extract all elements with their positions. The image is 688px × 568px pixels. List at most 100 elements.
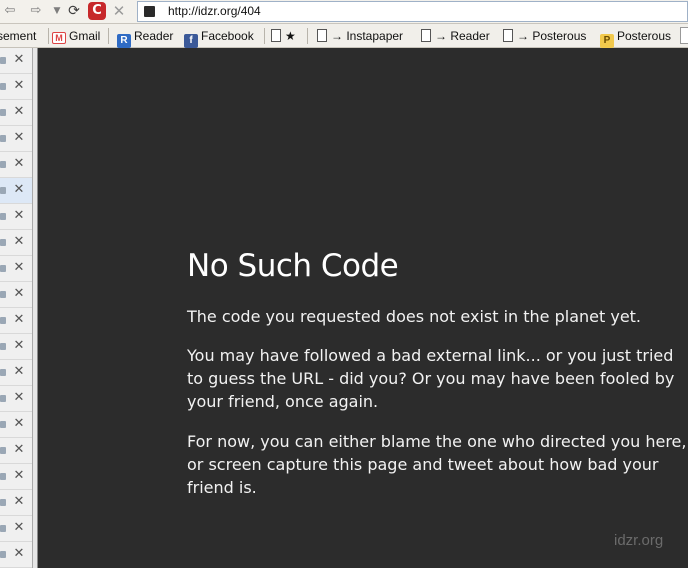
tab-favicon-icon xyxy=(0,213,6,220)
bookmark-star[interactable]: ★ xyxy=(271,28,296,44)
tab-favicon-icon xyxy=(0,239,6,246)
bookmark-to-posterous[interactable]: → Posterous xyxy=(503,28,586,44)
bookmark-item[interactable]: sement xyxy=(0,28,36,44)
tab-favicon-icon xyxy=(0,551,6,558)
page-icon xyxy=(317,29,327,42)
tab-favicon-icon xyxy=(0,395,6,402)
gmail-icon: M xyxy=(52,32,66,44)
sidebar-tab-item[interactable]: ✕ xyxy=(0,74,32,100)
tab-favicon-icon xyxy=(0,473,6,480)
back-arrow-icon[interactable]: ⇦ xyxy=(2,3,18,19)
tab-favicon-icon xyxy=(0,161,6,168)
close-icon[interactable]: ✕ xyxy=(111,3,127,19)
tab-favicon-icon xyxy=(0,421,6,428)
page-content: No Such Code The code you requested does… xyxy=(38,48,688,568)
close-tab-icon[interactable]: ✕ xyxy=(12,182,26,198)
close-tab-icon[interactable]: ✕ xyxy=(12,78,26,94)
bookmarks-toolbar: sement M Gmail R Reader f Facebook ★ → Inst… xyxy=(0,24,688,48)
close-tab-icon[interactable]: ✕ xyxy=(12,468,26,484)
url-text[interactable]: http://idzr.org/404 xyxy=(168,4,261,18)
page-icon xyxy=(503,29,513,42)
bookmark-label: Reader xyxy=(134,29,174,43)
bookmark-label: → Reader xyxy=(435,29,490,43)
sidebar-tab-item[interactable]: ✕ xyxy=(0,542,32,568)
bookmarks-overflow-button[interactable] xyxy=(680,27,688,44)
stop-icon[interactable]: C xyxy=(88,2,106,20)
site-footer-link[interactable]: idzr.org xyxy=(614,532,663,549)
sidebar-tab-item[interactable]: ✕ xyxy=(0,412,32,438)
sidebar-tab-item[interactable]: ✕ xyxy=(0,490,32,516)
bookmark-reader[interactable]: R Reader xyxy=(117,28,174,48)
close-tab-icon[interactable]: ✕ xyxy=(12,234,26,250)
tab-favicon-icon xyxy=(0,447,6,454)
close-tab-icon[interactable]: ✕ xyxy=(12,390,26,406)
google-reader-icon: R xyxy=(117,34,131,48)
sidebar-tab-item[interactable]: ✕ xyxy=(0,152,32,178)
close-tab-icon[interactable]: ✕ xyxy=(12,494,26,510)
sidebar-tab-item[interactable]: ✕ xyxy=(0,178,32,204)
message-paragraph: For now, you can either blame the one wh… xyxy=(187,432,687,497)
bookmark-to-reader[interactable]: → Reader xyxy=(421,28,490,44)
tab-favicon-icon xyxy=(0,187,6,194)
navigation-toolbar: ⇦ ⇨ ▼ ⟳ C ✕ http://idzr.org/404 xyxy=(0,0,688,24)
sidebar-tab-item[interactable]: ✕ xyxy=(0,282,32,308)
close-tab-icon[interactable]: ✕ xyxy=(12,416,26,432)
tab-favicon-icon xyxy=(0,343,6,350)
sidebar-tab-item[interactable]: ✕ xyxy=(0,334,32,360)
tab-favicon-icon xyxy=(0,109,6,116)
close-tab-icon[interactable]: ✕ xyxy=(12,520,26,536)
bookmark-facebook[interactable]: f Facebook xyxy=(184,28,254,48)
bookmark-instapaper[interactable]: → Instapaper xyxy=(317,28,403,44)
bookmark-label: → Instapaper xyxy=(331,29,404,43)
separator xyxy=(108,28,109,44)
tab-favicon-icon xyxy=(0,369,6,376)
bookmark-posterous[interactable]: P Posterous xyxy=(600,28,671,48)
close-tab-icon[interactable]: ✕ xyxy=(12,442,26,458)
close-tab-icon[interactable]: ✕ xyxy=(12,338,26,354)
page-title: No Such Code xyxy=(187,248,399,284)
bookmark-gmail[interactable]: M Gmail xyxy=(52,28,100,44)
separator xyxy=(264,28,265,44)
forward-arrow-icon[interactable]: ⇨ xyxy=(28,3,44,19)
tab-favicon-icon xyxy=(0,291,6,298)
sidebar-tab-item[interactable]: ✕ xyxy=(0,516,32,542)
address-bar[interactable]: http://idzr.org/404 xyxy=(137,1,688,22)
page-icon xyxy=(421,29,431,42)
sidebar-tab-item[interactable]: ✕ xyxy=(0,256,32,282)
sidebar-tab-item[interactable]: ✕ xyxy=(0,230,32,256)
sidebar-tab-item[interactable]: ✕ xyxy=(0,48,32,74)
close-tab-icon[interactable]: ✕ xyxy=(12,130,26,146)
sidebar-tab-item[interactable]: ✕ xyxy=(0,100,32,126)
close-tab-icon[interactable]: ✕ xyxy=(12,546,26,562)
tab-favicon-icon xyxy=(0,525,6,532)
close-tab-icon[interactable]: ✕ xyxy=(12,156,26,172)
site-favicon-icon xyxy=(144,6,155,17)
tab-favicon-icon xyxy=(0,499,6,506)
close-tab-icon[interactable]: ✕ xyxy=(12,286,26,302)
sidebar-tab-item[interactable]: ✕ xyxy=(0,438,32,464)
reload-icon[interactable]: ⟳ xyxy=(66,3,82,19)
close-tab-icon[interactable]: ✕ xyxy=(12,208,26,224)
sidebar-tab-item[interactable]: ✕ xyxy=(0,204,32,230)
history-dropdown-icon[interactable]: ▼ xyxy=(52,3,62,19)
close-tab-icon[interactable]: ✕ xyxy=(12,104,26,120)
close-tab-icon[interactable]: ✕ xyxy=(12,312,26,328)
close-tab-icon[interactable]: ✕ xyxy=(12,52,26,68)
sidebar-tab-item[interactable]: ✕ xyxy=(0,386,32,412)
posterous-icon: P xyxy=(600,34,614,48)
tab-favicon-icon xyxy=(0,265,6,272)
bookmark-label: sement xyxy=(0,29,37,43)
tab-sidebar: ✕ ✕ ✕ ✕ ✕ ✕ ✕ ✕ ✕ ✕ ✕ ✕ ✕ ✕ ✕ ✕ ✕ ✕ ✕ ✕ xyxy=(0,48,33,568)
close-tab-icon[interactable]: ✕ xyxy=(12,364,26,380)
bookmark-label: Facebook xyxy=(201,29,254,43)
tab-favicon-icon xyxy=(0,83,6,90)
sidebar-tab-item[interactable]: ✕ xyxy=(0,464,32,490)
separator xyxy=(307,28,308,44)
sidebar-tab-item[interactable]: ✕ xyxy=(0,126,32,152)
sidebar-tab-item[interactable]: ✕ xyxy=(0,360,32,386)
close-tab-icon[interactable]: ✕ xyxy=(12,260,26,276)
message-paragraph: You may have followed a bad external lin… xyxy=(187,346,675,411)
facebook-icon: f xyxy=(184,34,198,48)
sidebar-tab-item[interactable]: ✕ xyxy=(0,308,32,334)
separator xyxy=(48,28,49,44)
